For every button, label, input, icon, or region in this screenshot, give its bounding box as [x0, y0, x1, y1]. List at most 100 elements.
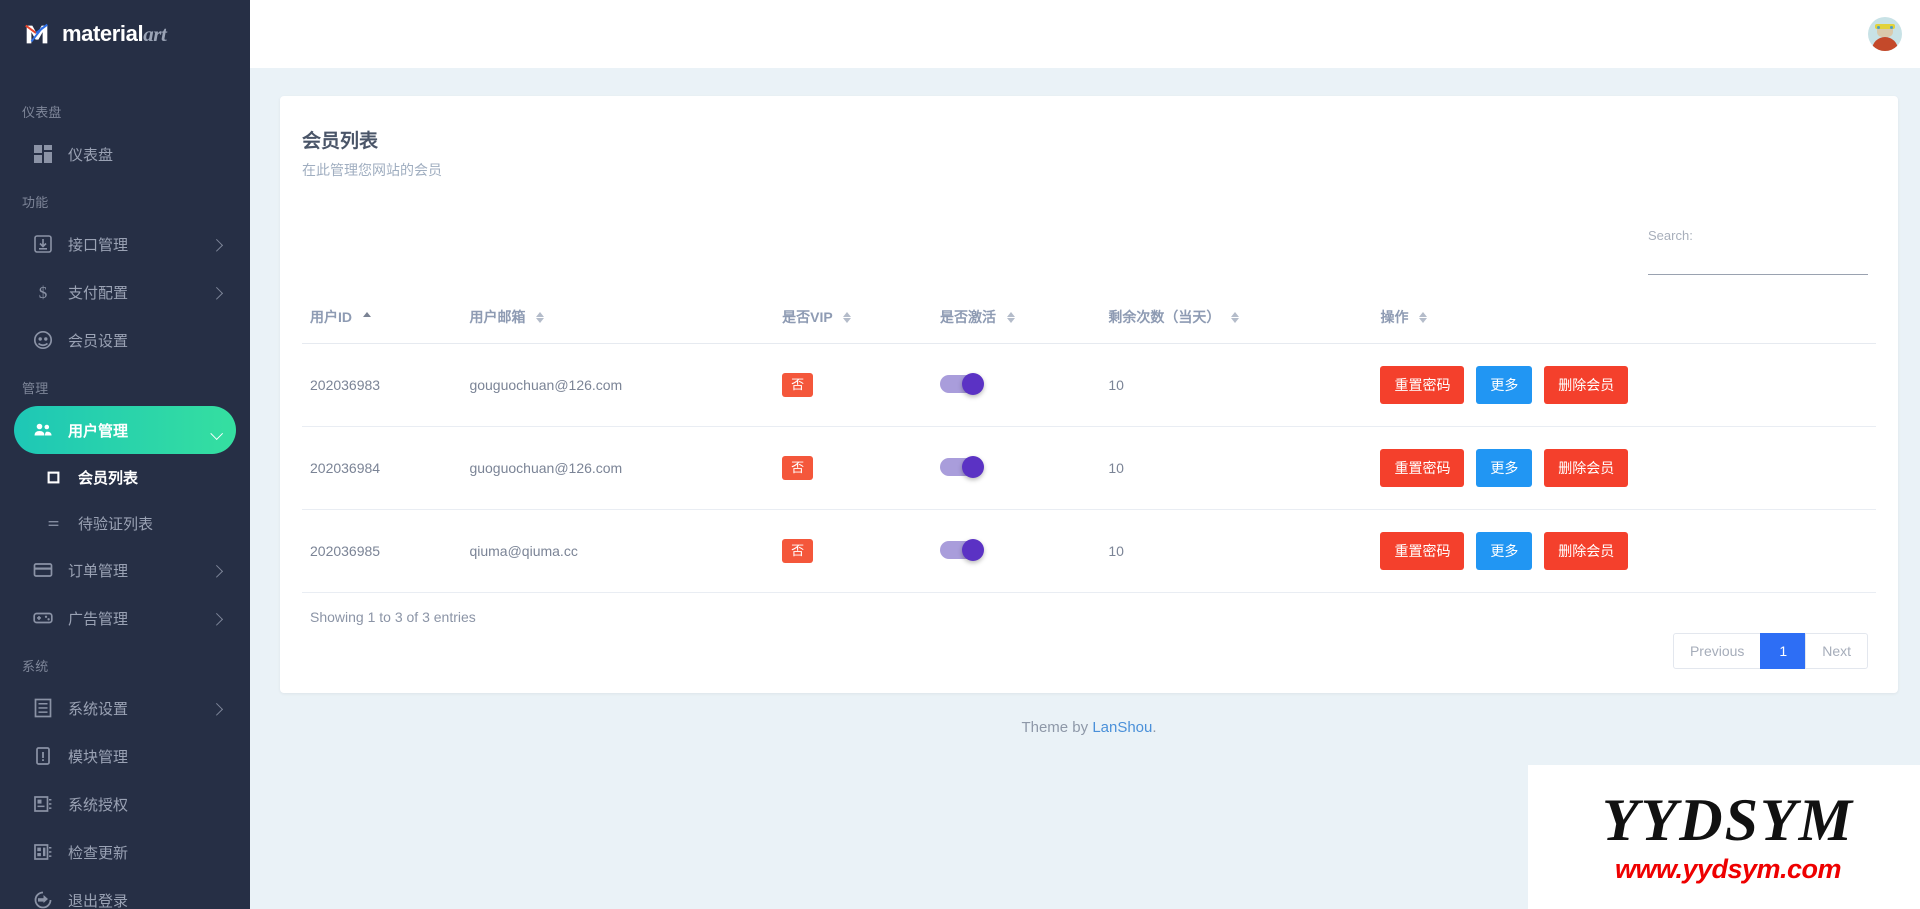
- active-toggle[interactable]: [940, 456, 984, 478]
- cell-actions: 重置密码 更多 删除会员: [1372, 427, 1876, 510]
- active-toggle[interactable]: [940, 539, 984, 561]
- dollar-icon: $: [32, 281, 54, 303]
- brand-name: materialart: [62, 21, 167, 47]
- table-header-row: 用户ID 用户邮箱 是否VIP: [302, 297, 1876, 344]
- clipboard-alert-icon: [32, 745, 54, 767]
- sidebar-item-logout[interactable]: 退出登录: [14, 876, 236, 909]
- cell-actions: 重置密码 更多 删除会员: [1372, 344, 1876, 427]
- pagination-next[interactable]: Next: [1805, 633, 1868, 669]
- col-is-vip[interactable]: 是否VIP: [774, 297, 932, 344]
- m-logo-icon: [22, 19, 52, 49]
- toggle-knob: [962, 539, 984, 561]
- cell-actions: 重置密码 更多 删除会员: [1372, 510, 1876, 593]
- col-actions[interactable]: 操作: [1372, 297, 1876, 344]
- reset-password-button[interactable]: 重置密码: [1380, 449, 1464, 487]
- avatar-eye-left: [1877, 26, 1880, 29]
- member-list-card: 会员列表 在此管理您网站的会员 Search: 用户ID: [280, 96, 1898, 693]
- sidebar-item-module-management[interactable]: 模块管理: [14, 732, 236, 780]
- cell-remaining: 10: [1100, 427, 1372, 510]
- sidebar-item-label: 模块管理: [68, 746, 128, 767]
- col-user-email[interactable]: 用户邮箱: [461, 297, 774, 344]
- cell-user-email: guoguochuan@126.com: [461, 427, 774, 510]
- nav-section-management: 管理: [0, 364, 250, 406]
- delete-member-button[interactable]: 删除会员: [1544, 532, 1628, 570]
- equals-icon: [44, 517, 62, 530]
- pagination: Previous 1 Next: [1673, 633, 1876, 669]
- active-toggle[interactable]: [940, 373, 984, 395]
- avatar[interactable]: [1868, 17, 1902, 51]
- footer-suffix: .: [1152, 719, 1156, 736]
- sort-asc-icon: [363, 311, 371, 324]
- col-label: 用户ID: [310, 309, 352, 325]
- col-label: 是否激活: [940, 309, 996, 325]
- logout-icon: [32, 889, 54, 909]
- col-label: 是否VIP: [782, 309, 832, 325]
- sidebar-item-label: 仪表盘: [68, 144, 113, 165]
- sidebar-item-dashboard[interactable]: 仪表盘: [14, 130, 236, 178]
- more-button[interactable]: 更多: [1476, 532, 1532, 570]
- sort-icon: [1231, 311, 1239, 324]
- sidebar-item-system-authorization[interactable]: 系统授权: [14, 780, 236, 828]
- sort-icon: [536, 311, 544, 324]
- app-root: materialart 仪表盘 仪表盘 功能 接口管理: [0, 0, 1920, 909]
- card-icon: [32, 559, 54, 581]
- pagination-previous[interactable]: Previous: [1673, 633, 1761, 669]
- status-badge: 否: [782, 456, 813, 480]
- reset-password-button[interactable]: 重置密码: [1380, 366, 1464, 404]
- sidebar-item-ad-management[interactable]: 广告管理: [14, 594, 236, 642]
- sidebar-item-pending-verification-list[interactable]: 待验证列表: [14, 500, 236, 546]
- main-area: 会员列表 在此管理您网站的会员 Search: 用户ID: [250, 0, 1920, 909]
- sidebar-item-label: 系统设置: [68, 698, 128, 719]
- cell-is-active: [932, 510, 1100, 593]
- delete-member-button[interactable]: 删除会员: [1544, 449, 1628, 487]
- cell-user-email: gouguochuan@126.com: [461, 344, 774, 427]
- footer-link[interactable]: LanShou: [1092, 719, 1152, 736]
- toggle-knob: [962, 456, 984, 478]
- sidebar-item-member-list[interactable]: 会员列表: [14, 454, 236, 500]
- status-badge: 否: [782, 373, 813, 397]
- col-label: 操作: [1380, 309, 1408, 325]
- sidebar-item-user-management[interactable]: 用户管理: [14, 406, 236, 454]
- sidebar-item-system-settings[interactable]: 系统设置: [14, 684, 236, 732]
- reset-password-button[interactable]: 重置密码: [1380, 532, 1464, 570]
- col-user-id[interactable]: 用户ID: [302, 297, 461, 344]
- status-badge: 否: [782, 539, 813, 563]
- sidebar-item-check-update[interactable]: 检查更新: [14, 828, 236, 876]
- sidebar-item-payment-config[interactable]: $ 支付配置: [14, 268, 236, 316]
- sidebar-item-member-settings[interactable]: 会员设置: [14, 316, 236, 364]
- sort-icon: [1419, 311, 1427, 324]
- sort-icon: [843, 311, 851, 324]
- cell-user-id: 202036985: [302, 510, 461, 593]
- toggle-knob: [962, 373, 984, 395]
- search-input[interactable]: [1648, 251, 1868, 275]
- brand-logo-area[interactable]: materialart: [0, 0, 250, 68]
- cell-is-active: [932, 427, 1100, 510]
- cell-user-email: qiuma@qiuma.cc: [461, 510, 774, 593]
- pagination-page-1[interactable]: 1: [1760, 633, 1806, 669]
- sidebar-item-order-management[interactable]: 订单管理: [14, 546, 236, 594]
- gamepad-icon: [32, 607, 54, 629]
- brand-suffix: art: [143, 22, 166, 46]
- col-remaining-count[interactable]: 剩余次数（当天）: [1100, 297, 1372, 344]
- sidebar: materialart 仪表盘 仪表盘 功能 接口管理: [0, 0, 250, 909]
- delete-member-button[interactable]: 删除会员: [1544, 366, 1628, 404]
- sidebar-item-label: 广告管理: [68, 608, 128, 629]
- cell-is-vip: 否: [774, 510, 932, 593]
- sidebar-item-api-management[interactable]: 接口管理: [14, 220, 236, 268]
- more-button[interactable]: 更多: [1476, 449, 1532, 487]
- search-wrapper: Search:: [1648, 228, 1868, 275]
- table-footer: Showing 1 to 3 of 3 entries Previous 1 N…: [302, 609, 1876, 669]
- layout-refresh-icon: [32, 841, 54, 863]
- sidebar-item-label: 退出登录: [68, 890, 128, 909]
- footer-prefix: Theme by: [1021, 719, 1092, 736]
- list-settings-icon: [32, 697, 54, 719]
- col-is-active[interactable]: 是否激活: [932, 297, 1100, 344]
- chevron-right-icon: [210, 239, 223, 252]
- col-label: 用户邮箱: [469, 309, 525, 325]
- sidebar-item-label: 检查更新: [68, 842, 128, 863]
- square-icon: [44, 471, 62, 484]
- avatar-eye-right: [1890, 26, 1893, 29]
- footer: Theme by LanShou.: [280, 693, 1898, 766]
- more-button[interactable]: 更多: [1476, 366, 1532, 404]
- table-row: 202036985 qiuma@qiuma.cc 否: [302, 510, 1876, 593]
